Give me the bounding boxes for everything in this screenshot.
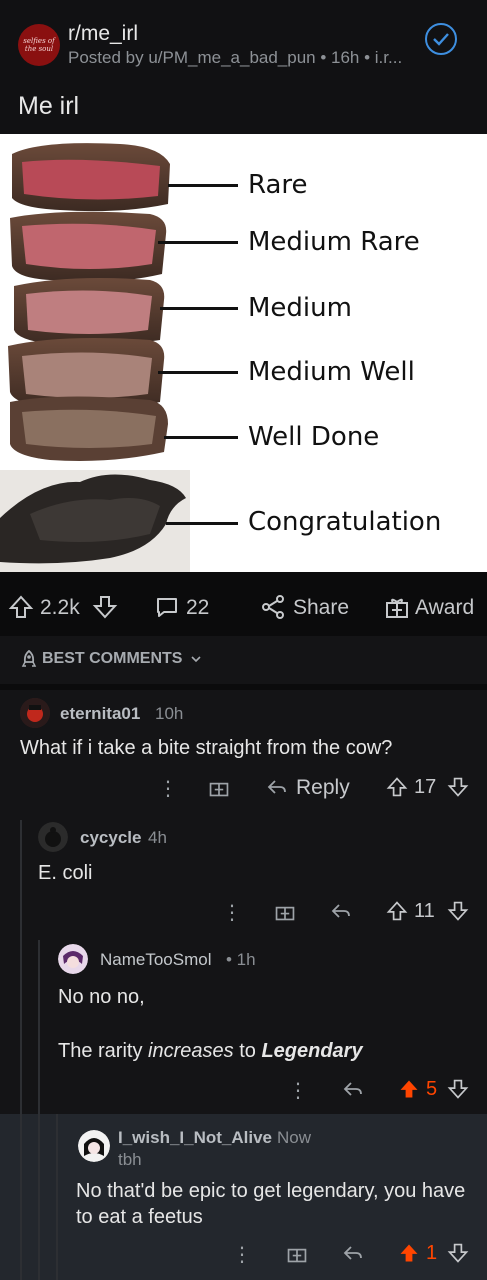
thread-line[interactable]: [38, 1114, 40, 1280]
upvote-icon-active[interactable]: [398, 1078, 420, 1105]
upvote-icon[interactable]: [386, 776, 408, 803]
downvote-icon[interactable]: [447, 1242, 469, 1269]
avatar[interactable]: [20, 698, 50, 728]
award-icon[interactable]: [208, 776, 230, 803]
comment-text: E. coli: [38, 862, 93, 884]
label-well-done: Well Done: [248, 422, 380, 452]
label-medium-well: Medium Well: [248, 357, 415, 387]
upvote-icon-active[interactable]: [398, 1242, 420, 1269]
share-icon[interactable]: [260, 594, 286, 625]
downvote-icon[interactable]: [447, 776, 469, 803]
sort-label[interactable]: BEST COMMENTS: [42, 650, 182, 668]
award-icon[interactable]: [384, 594, 410, 625]
label-congratulation: Congratulation: [248, 507, 442, 537]
comment-score: 17: [414, 776, 437, 798]
upvote-icon[interactable]: [386, 900, 408, 927]
comment-text-line1: No no no,: [58, 986, 145, 1008]
reply-icon[interactable]: [266, 776, 288, 803]
avatar[interactable]: [38, 822, 68, 852]
downvote-icon[interactable]: [447, 900, 469, 927]
joined-check-icon[interactable]: [425, 23, 457, 55]
label-rare: Rare: [248, 170, 308, 200]
comment-time: 4h: [148, 828, 167, 847]
avatar[interactable]: [58, 944, 88, 974]
label-medium-rare: Medium Rare: [248, 227, 420, 257]
more-options-icon[interactable]: ⋮: [232, 1242, 252, 1267]
subreddit-avatar[interactable]: selfies of the soul: [18, 24, 60, 66]
posted-by-line[interactable]: Posted by u/PM_me_a_bad_pun • 16h • i.r.…: [68, 48, 402, 68]
award-icon[interactable]: [274, 900, 296, 927]
thread-line[interactable]: [20, 1114, 22, 1280]
reply-icon[interactable]: [330, 900, 352, 927]
comment-text: What if i take a bite straight from the …: [20, 737, 393, 759]
more-options-icon[interactable]: ⋮: [288, 1078, 308, 1103]
award-button[interactable]: Award: [415, 596, 474, 620]
rocket-icon: [20, 649, 38, 673]
comment-username[interactable]: cycycle: [80, 828, 141, 848]
comment-icon[interactable]: [154, 594, 180, 625]
comment-time: 10h: [155, 704, 184, 723]
reply-icon[interactable]: [342, 1242, 364, 1269]
post-image[interactable]: Rare Medium Rare Medium Medium Well Well…: [0, 134, 487, 572]
thread-line[interactable]: [56, 1114, 58, 1280]
post-score: 2.2k: [40, 596, 80, 619]
upvote-icon[interactable]: [8, 594, 34, 625]
comment-count[interactable]: 22: [186, 596, 209, 620]
comment-username[interactable]: eternita01: [60, 704, 140, 724]
comment-score: 11: [414, 900, 435, 922]
label-medium: Medium: [248, 293, 352, 323]
comment-text: No that'd be epic to get legendary, you …: [76, 1180, 466, 1228]
award-icon[interactable]: [286, 1242, 308, 1269]
more-options-icon[interactable]: ⋮: [158, 776, 178, 801]
share-button[interactable]: Share: [293, 596, 349, 620]
avatar[interactable]: [78, 1130, 110, 1162]
comment-time: • 1h: [226, 950, 256, 969]
comment-text-line2: The rarity increases to Legendary: [58, 1040, 363, 1062]
reply-icon[interactable]: [342, 1078, 364, 1105]
comment-score: 5: [426, 1078, 438, 1100]
downvote-icon[interactable]: [447, 1078, 469, 1105]
comment-time: Now: [277, 1128, 312, 1147]
comment-score: 1: [426, 1242, 438, 1264]
user-flair: tbh: [118, 1150, 142, 1169]
chevron-down-icon[interactable]: [190, 652, 202, 670]
post-title: Me irl: [18, 92, 80, 120]
downvote-icon[interactable]: [92, 594, 118, 625]
comment-username[interactable]: I_wish_I_Not_Alive: [118, 1128, 272, 1148]
reply-button[interactable]: Reply: [296, 776, 350, 800]
more-options-icon[interactable]: ⋮: [222, 900, 242, 925]
subreddit-name[interactable]: r/me_irl: [68, 22, 138, 46]
comment-username[interactable]: NameTooSmol: [100, 950, 212, 970]
